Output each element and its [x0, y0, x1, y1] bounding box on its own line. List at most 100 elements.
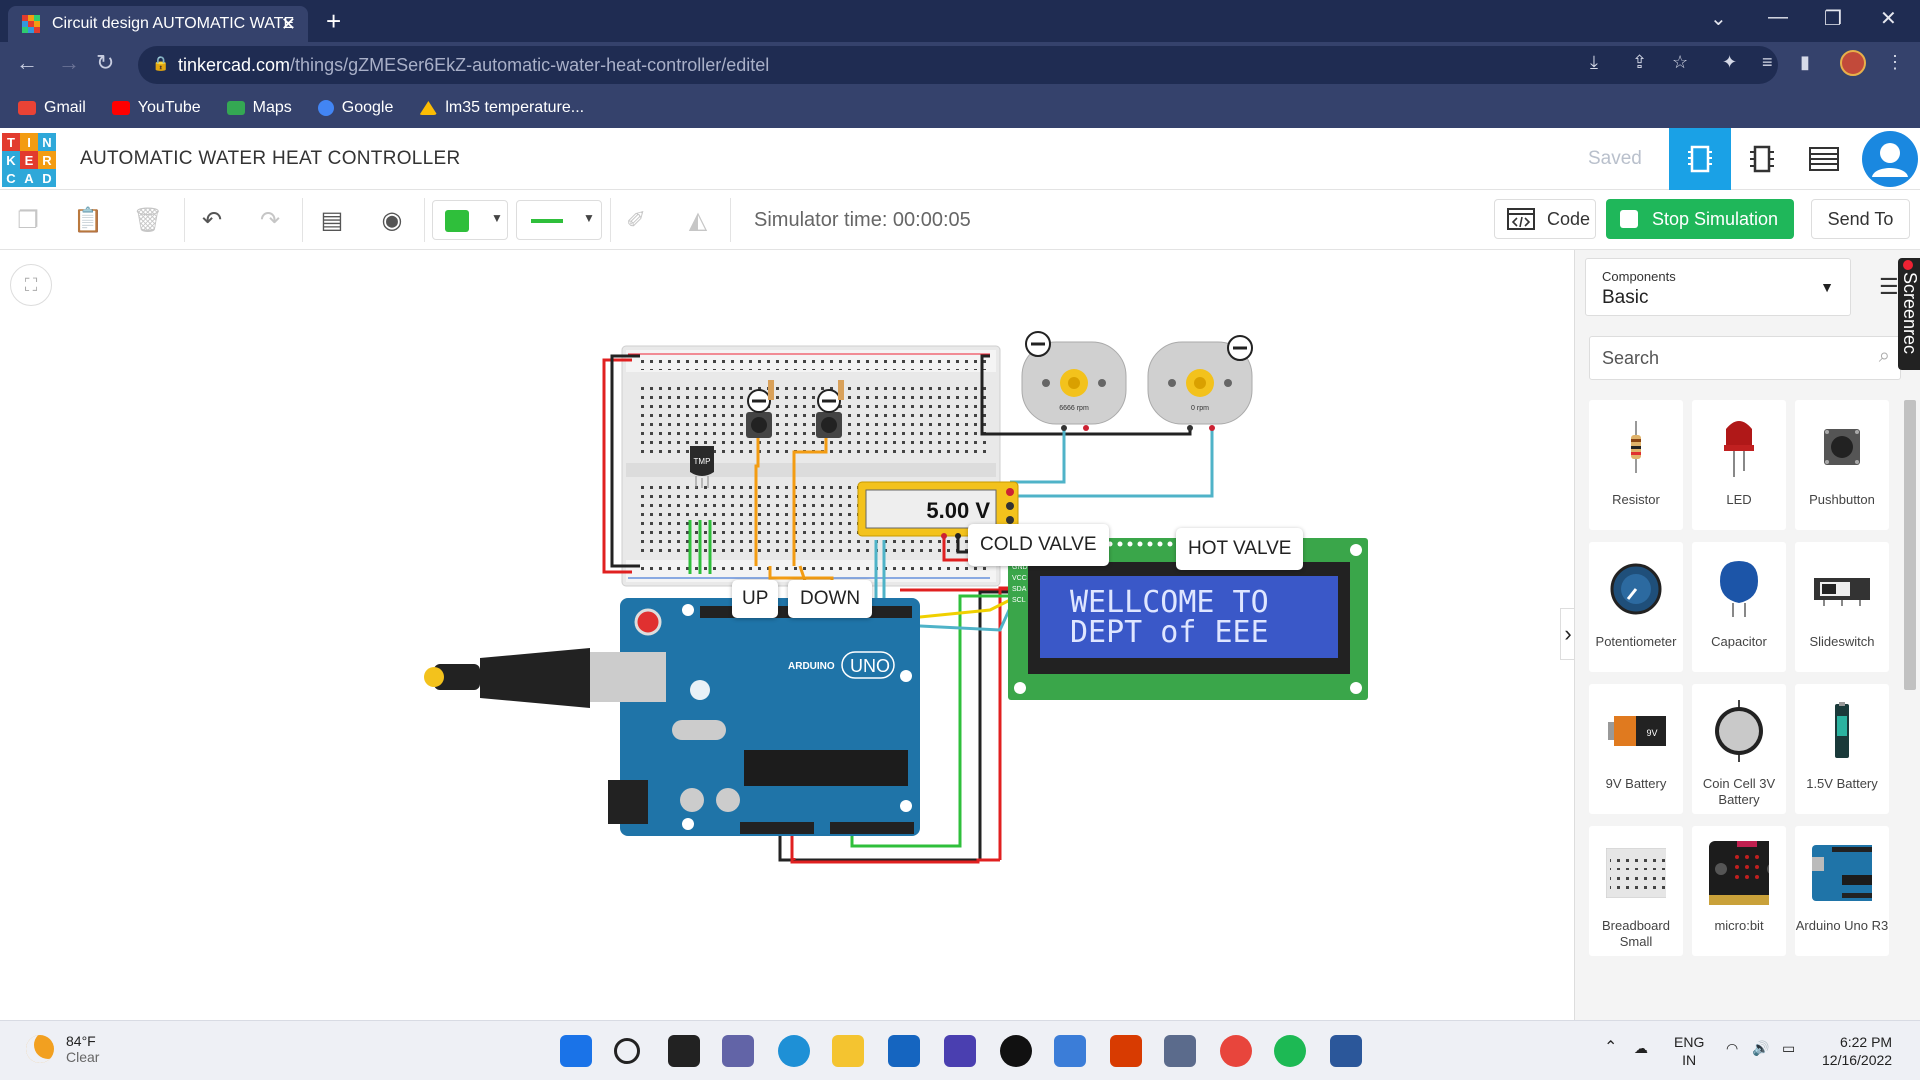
volume-icon[interactable]: 🔊 [1752, 1039, 1769, 1057]
schematic-view-button[interactable] [1731, 128, 1793, 190]
component-card-1-5v-battery[interactable]: 1.5V Battery [1795, 684, 1889, 814]
browser-profile-avatar[interactable] [1840, 50, 1866, 76]
component-search-input[interactable]: Search ⌕ [1589, 336, 1901, 380]
side-panel-icon[interactable]: ▮ [1800, 52, 1810, 73]
component-card-resistor[interactable]: Resistor [1589, 400, 1683, 530]
code-button-label: Code [1547, 208, 1591, 229]
paste-icon[interactable]: 📋 [72, 204, 104, 236]
language-indicator[interactable]: ENG IN [1674, 1033, 1704, 1069]
word-icon[interactable] [1330, 1035, 1362, 1067]
motor-cold-valve[interactable]: 6666 rpm [1021, 331, 1127, 431]
app-icon[interactable] [944, 1035, 976, 1067]
component-card-microbit[interactable]: micro:bit [1692, 826, 1786, 956]
usb-cable[interactable] [424, 648, 666, 708]
stop-simulation-button[interactable]: Stop Simulation [1606, 199, 1794, 239]
resistor-part[interactable] [838, 380, 844, 400]
office-icon[interactable] [1110, 1035, 1142, 1067]
task-view-icon[interactable] [668, 1035, 700, 1067]
logo-letter: A [20, 169, 38, 187]
component-card-slideswitch[interactable]: Slideswitch [1795, 542, 1889, 672]
component-card-9v-battery[interactable]: 9V 9V Battery [1589, 684, 1683, 814]
flip-icon[interactable]: ◭ [682, 204, 714, 236]
label-cold-valve[interactable]: COLD VALVE [968, 524, 1109, 566]
copy-icon[interactable]: ❐ [12, 204, 44, 236]
new-tab-icon[interactable]: + [326, 6, 341, 37]
send-to-button[interactable]: Send To [1811, 199, 1910, 239]
forward-icon[interactable]: → [58, 50, 80, 76]
close-window-icon[interactable]: ✕ [1880, 6, 1897, 31]
label-up[interactable]: UP [732, 580, 779, 618]
component-card-led[interactable]: LED [1692, 400, 1786, 530]
edge-icon[interactable] [778, 1035, 810, 1067]
restore-icon[interactable]: ❐ [1824, 6, 1842, 31]
wire-type-picker[interactable]: ▼ [516, 200, 602, 240]
component-card-potentiometer[interactable]: Potentiometer [1589, 542, 1683, 672]
start-icon[interactable] [560, 1035, 592, 1067]
undo-icon[interactable]: ↶ [196, 204, 228, 236]
menu-dots-icon[interactable]: ⋮ [1886, 52, 1904, 73]
tab-search-icon[interactable]: ⌄ [1710, 6, 1727, 31]
moon-icon [26, 1035, 54, 1063]
minimize-icon[interactable]: — [1768, 6, 1788, 29]
stop-icon [1620, 210, 1638, 228]
component-card-capacitor[interactable]: Capacitor [1692, 542, 1786, 672]
component-list-button[interactable] [1793, 128, 1855, 190]
app-icon[interactable] [1164, 1035, 1196, 1067]
bookmark-star-icon[interactable]: ☆ [1672, 52, 1688, 73]
delete-icon[interactable]: 🗑 [132, 204, 164, 236]
component-card-pushbutton[interactable]: Pushbutton [1795, 400, 1889, 530]
battery-icon[interactable]: ▭ [1782, 1039, 1795, 1057]
label-down[interactable]: DOWN [788, 580, 873, 618]
bookmark-youtube[interactable]: YouTube [111, 99, 201, 117]
url-field[interactable]: 🔒 tinkercad.com/things/gZMESer6EkZ-autom… [138, 46, 1778, 84]
clock[interactable]: 6:22 PM 12/16/2022 [1822, 1033, 1892, 1069]
notes-visibility-icon[interactable]: ◉ [376, 204, 408, 236]
extensions-icon[interactable]: ✦ [1722, 52, 1737, 73]
wire-color-picker[interactable]: ▼ [432, 200, 508, 240]
panel-scrollbar[interactable] [1904, 400, 1916, 690]
mail-icon[interactable] [888, 1035, 920, 1067]
rotate-icon[interactable]: ✐ [620, 204, 652, 236]
browser-tab[interactable]: Circuit design AUTOMATIC WATE ✕ [8, 6, 308, 42]
media-icon[interactable]: ≡ [1762, 52, 1773, 73]
back-icon[interactable]: ← [16, 50, 38, 76]
motor-hot-valve[interactable]: 0 rpm [1147, 335, 1253, 431]
share-icon[interactable]: ⇪ [1632, 52, 1647, 73]
bookmark-lm35[interactable]: lm35 temperature... [419, 99, 584, 117]
chevron-up-icon[interactable]: ⌃ [1604, 1039, 1617, 1057]
user-avatar[interactable] [1862, 131, 1918, 187]
bookmark-google[interactable]: Google [317, 99, 393, 117]
onedrive-icon[interactable]: ☁ [1634, 1039, 1648, 1057]
xbox-icon[interactable] [1000, 1035, 1032, 1067]
search-icon[interactable] [614, 1038, 640, 1064]
list-toggle-icon[interactable]: ☰ [1879, 274, 1899, 300]
component-card-coin-cell[interactable]: Coin Cell 3V Battery [1692, 684, 1786, 814]
file-explorer-icon[interactable] [832, 1035, 864, 1067]
monitor-app-icon[interactable] [1054, 1035, 1086, 1067]
circuit-view-button[interactable] [1669, 128, 1731, 190]
tinkercad-logo[interactable]: T I N K E R C A D [2, 133, 56, 187]
teams-chat-icon[interactable] [722, 1035, 754, 1067]
weather-widget[interactable]: 84°F Clear [26, 1033, 99, 1065]
bookmark-gmail[interactable]: Gmail [18, 99, 86, 117]
wifi-icon[interactable]: ◠ [1726, 1039, 1738, 1057]
arduino-uno-board[interactable]: ARDUINO UNO [608, 598, 920, 836]
bookmark-maps[interactable]: Maps [226, 99, 292, 117]
spotify-icon[interactable] [1274, 1035, 1306, 1067]
redo-icon[interactable]: ↷ [254, 204, 286, 236]
project-title[interactable]: AUTOMATIC WATER HEAT CONTROLLER [80, 148, 461, 170]
resistor-part[interactable] [768, 380, 774, 400]
reload-icon[interactable]: ↻ [96, 50, 114, 76]
label-hot-valve[interactable]: HOT VALVE [1176, 528, 1304, 570]
component-card-arduino-uno[interactable]: Arduino Uno R3 [1795, 826, 1889, 956]
code-button[interactable]: Code [1494, 199, 1596, 239]
notes-icon[interactable]: ▤ [316, 204, 348, 236]
potentiometer-icon [1606, 554, 1666, 624]
install-icon[interactable]: ⤓ [1590, 52, 1598, 73]
coin-cell-icon [1709, 696, 1769, 766]
screenrec-widget[interactable]: Screenrec [1898, 258, 1920, 370]
component-card-breadboard[interactable]: Breadboard Small [1589, 826, 1683, 956]
chrome-icon[interactable] [1220, 1035, 1252, 1067]
tab-close-icon[interactable]: ✕ [281, 14, 296, 35]
components-dropdown[interactable]: Components Basic ▼ [1585, 258, 1851, 316]
